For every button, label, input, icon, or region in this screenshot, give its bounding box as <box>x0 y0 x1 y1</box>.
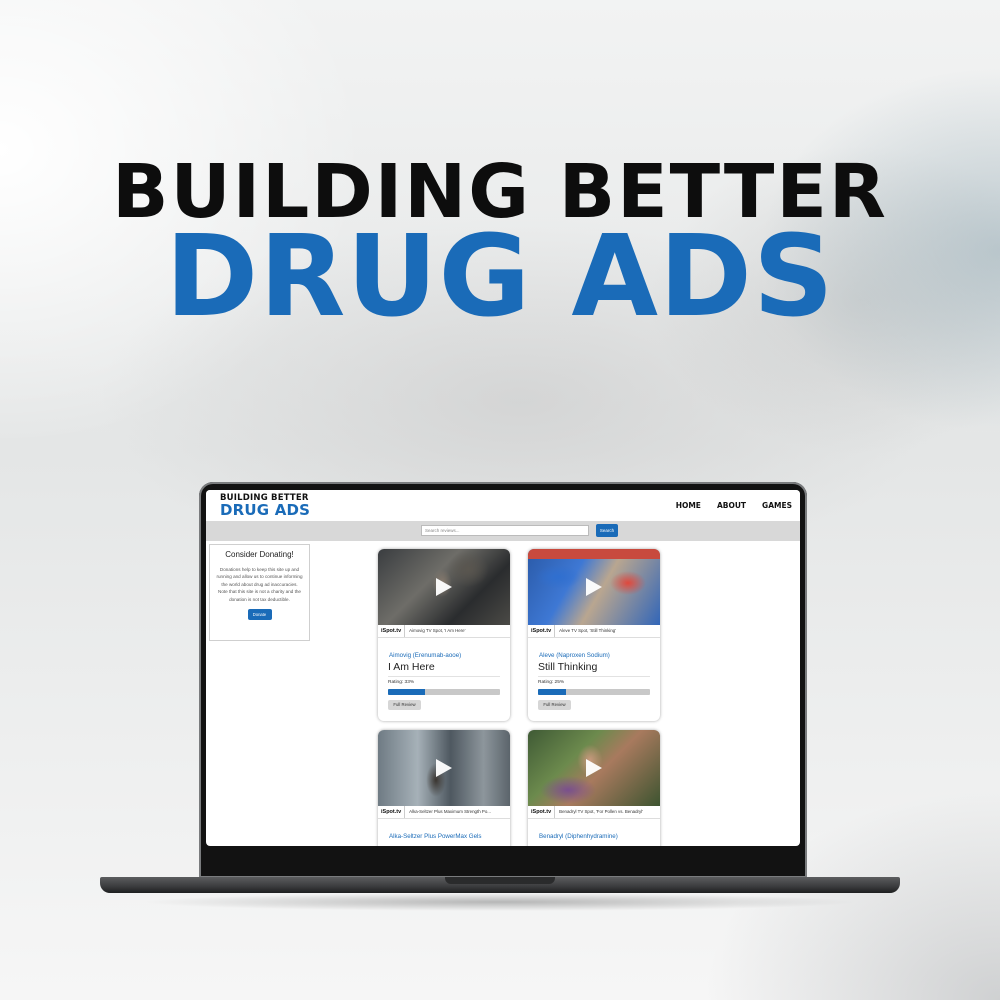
rating-bar-fill <box>388 689 425 695</box>
site-header: BUILDING BETTER DRUG ADS HOME ABOUT GAME… <box>206 490 800 521</box>
laptop-notch <box>445 877 555 884</box>
review-card: iSpot.tv Alka-Seltzer Plus Maximum Streng… <box>378 730 510 846</box>
play-icon[interactable] <box>586 759 602 777</box>
video-caption-text: Aimovig TV Spot, 'I Am Here' <box>409 628 466 633</box>
search-button[interactable]: Search <box>596 524 618 537</box>
rating-bar <box>388 689 500 695</box>
review-card: iSpot.tv Aleve TV Spot, 'Still Thinking' … <box>528 549 660 721</box>
rating-label: Rating: 33% <box>388 680 415 685</box>
donate-title: Consider Donating! <box>225 550 294 559</box>
ispot-logo: iSpot.tv <box>528 625 556 637</box>
nav-games[interactable]: GAMES <box>762 501 792 510</box>
search-input[interactable]: Search reviews... <box>421 525 589 536</box>
main-nav: HOME ABOUT GAMES <box>676 501 792 510</box>
card-divider <box>538 676 650 677</box>
video-caption-text: Alka-Seltzer Plus Maximum Strength Po... <box>409 809 491 814</box>
drug-brand: Alka-Seltzer Plus PowerMax Gels <box>389 833 482 840</box>
video-caption[interactable]: iSpot.tv Aleve TV Spot, 'Still Thinking' <box>528 625 660 638</box>
nav-about[interactable]: ABOUT <box>717 501 746 510</box>
video-caption-text: Benadryl TV Spot, 'For Pollen vs. Benadr… <box>559 809 644 814</box>
play-icon[interactable] <box>586 578 602 596</box>
ad-title: Still Thinking <box>538 661 598 673</box>
nav-home[interactable]: HOME <box>676 501 701 510</box>
ispot-logo: iSpot.tv <box>378 806 406 818</box>
rating-bar <box>538 689 650 695</box>
full-review-button[interactable]: Full Review <box>538 700 571 710</box>
laptop-shadow <box>140 893 860 911</box>
donate-text: Donations help to keep this site up and … <box>216 567 303 602</box>
donate-card: Consider Donating! Donations help to kee… <box>209 544 310 641</box>
play-icon[interactable] <box>436 578 452 596</box>
video-thumbnail[interactable] <box>528 730 660 806</box>
video-caption[interactable]: iSpot.tv Aimovig TV Spot, 'I Am Here' <box>378 625 510 638</box>
full-review-button[interactable]: Full Review <box>388 700 421 710</box>
video-caption[interactable]: iSpot.tv Alka-Seltzer Plus Maximum Streng… <box>378 806 510 819</box>
ad-title: I Am Here <box>388 661 435 673</box>
ispot-logo: iSpot.tv <box>378 625 406 637</box>
card-divider <box>388 676 500 677</box>
laptop-mockup: BUILDING BETTER DRUG ADS HOME ABOUT GAME… <box>0 0 1000 1000</box>
ispot-logo: iSpot.tv <box>528 806 556 818</box>
site-logo-line2: DRUG ADS <box>220 500 311 519</box>
video-caption[interactable]: iSpot.tv Benadryl TV Spot, 'For Pollen vs… <box>528 806 660 819</box>
search-bar: Search reviews... Search <box>206 521 800 541</box>
laptop-screen: BUILDING BETTER DRUG ADS HOME ABOUT GAME… <box>206 490 800 846</box>
video-thumbnail[interactable] <box>378 549 510 625</box>
drug-brand: Benadryl (Diphenhydramine) <box>539 833 618 840</box>
donate-button[interactable]: Donate <box>247 609 272 621</box>
site-logo[interactable]: BUILDING BETTER DRUG ADS <box>220 494 310 518</box>
rating-bar-fill <box>538 689 566 695</box>
drug-brand: Aimovig (Erenumab-aooe) <box>389 652 462 659</box>
drug-brand: Aleve (Naproxen Sodium) <box>539 652 610 659</box>
review-card: iSpot.tv Aimovig TV Spot, 'I Am Here' Aim… <box>378 549 510 721</box>
video-thumbnail[interactable] <box>378 730 510 806</box>
review-card: iSpot.tv Benadryl TV Spot, 'For Pollen vs… <box>528 730 660 846</box>
rating-label: Rating: 25% <box>538 680 565 685</box>
video-thumbnail[interactable] <box>528 549 660 625</box>
play-icon[interactable] <box>436 759 452 777</box>
video-caption-text: Aleve TV Spot, 'Still Thinking' <box>559 628 617 633</box>
